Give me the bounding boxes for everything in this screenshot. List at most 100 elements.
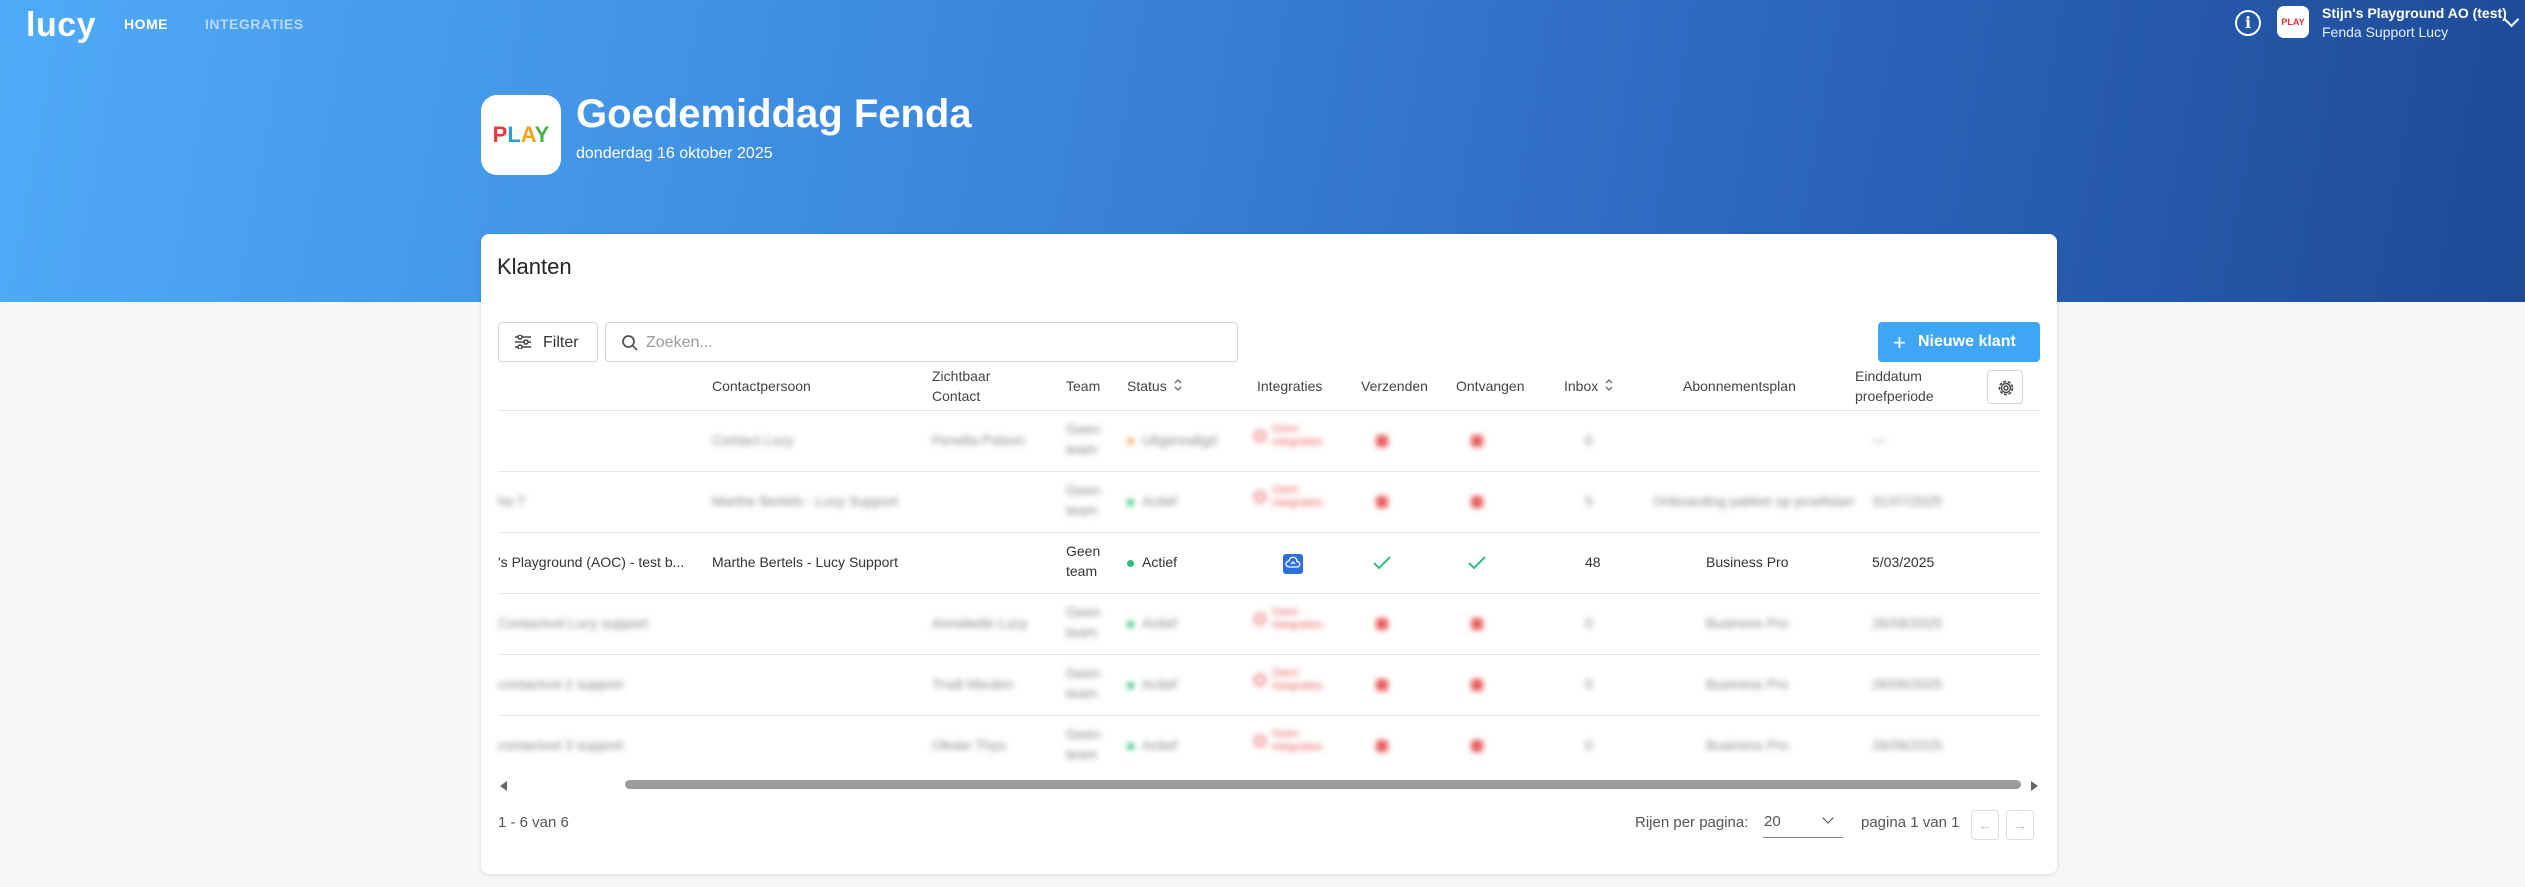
cell-team: Geen: [1066, 604, 1101, 620]
app-logo[interactable]: lucy: [26, 6, 96, 45]
receive-check-icon: [1467, 555, 1487, 571]
new-customer-button[interactable]: + Nieuwe klant: [1878, 322, 2040, 362]
send-error-icon: [1376, 496, 1388, 508]
new-customer-label: Nieuwe klant: [1918, 333, 2016, 350]
no-integrations-warning: Geen integraties: [1254, 606, 1323, 632]
cell-name: Contactvol Lucy support: [498, 615, 649, 631]
cell-team: team: [1066, 624, 1098, 640]
cell-team: team: [1066, 502, 1098, 518]
search-placeholder: Zoeken...: [646, 334, 713, 351]
header-team[interactable]: Team: [1066, 378, 1100, 394]
column-settings-button[interactable]: [1987, 370, 2023, 404]
cell-team: Geen: [1066, 482, 1101, 498]
search-input[interactable]: Zoeken...: [605, 322, 1238, 362]
filter-button[interactable]: Filter: [498, 322, 598, 362]
no-integrations-warning: Geen integraties: [1254, 728, 1323, 754]
header-integrations[interactable]: Integraties: [1257, 378, 1322, 394]
table-row[interactable]: contactvol 3 support Olivier Thys Geen team…: [498, 716, 2040, 776]
cell-visible-contact: Annabelle Lucy: [932, 615, 1028, 631]
nav-integrations[interactable]: INTEGRATIES: [205, 16, 304, 32]
cell-name: he.T: [498, 493, 527, 509]
prev-page-button[interactable]: ←: [1971, 810, 1999, 840]
table-row[interactable]: Contactvol Lucy support Annabelle Lucy Gee…: [498, 594, 2040, 654]
filter-label: Filter: [543, 334, 579, 351]
cell-inbox: 5: [1585, 493, 1593, 509]
receive-error-icon: [1471, 496, 1483, 508]
sort-icon[interactable]: [1174, 378, 1182, 392]
account-logo[interactable]: PLAY: [2277, 6, 2309, 38]
receive-error-icon: [1471, 679, 1483, 691]
next-page-button[interactable]: →: [2006, 810, 2034, 840]
header-contact[interactable]: Contactpersoon: [712, 378, 811, 394]
status-dot-icon: [1127, 498, 1134, 506]
status-badge: Actief: [1127, 737, 1177, 753]
page-info: pagina 1 van 1: [1861, 814, 1960, 831]
header-inbox[interactable]: Inbox: [1564, 378, 1598, 394]
table-row[interactable]: 's Playground (AOC) - test b... Marthe Be…: [498, 533, 2040, 593]
no-integrations-warning: Geen integraties: [1254, 423, 1323, 449]
cell-team: Geen: [1066, 665, 1101, 681]
warning-icon: [1254, 491, 1266, 503]
cell-visible-contact: Fenella Polson: [932, 432, 1025, 448]
scroll-right-arrow[interactable]: [2031, 781, 2038, 791]
receive-error-icon: [1471, 618, 1483, 630]
page-date: donderdag 16 oktober 2025: [576, 145, 773, 162]
cell-plan: Onboarding pakket op proefstart: [1653, 493, 1854, 509]
rows-per-page-select[interactable]: 20: [1763, 804, 1843, 838]
header-visible-contact-1[interactable]: Zichtbaar: [932, 368, 990, 384]
send-error-icon: [1376, 740, 1388, 752]
header-send[interactable]: Verzenden: [1361, 378, 1428, 394]
header-status[interactable]: Status: [1127, 378, 1167, 394]
status-dot-icon: [1127, 681, 1134, 689]
cell-name: 's Playground (AOC) - test b...: [498, 554, 685, 570]
card-title: Klanten: [497, 254, 572, 279]
integration-cloud-icon[interactable]: [1283, 554, 1303, 574]
cell-team: team: [1066, 685, 1098, 701]
cell-inbox: 0: [1585, 615, 1593, 631]
header-plan[interactable]: Abonnementsplan: [1683, 378, 1796, 394]
cell-plan: Business Pro: [1706, 554, 1789, 570]
warning-icon: [1254, 735, 1266, 747]
status-badge: Uitgenodigd: [1127, 432, 1217, 448]
nav-home[interactable]: HOME: [124, 16, 168, 32]
cell-trial-end: 26/06/2025: [1872, 676, 1943, 692]
no-integrations-warning: Geen integraties: [1254, 484, 1323, 510]
warning-icon: [1254, 674, 1266, 686]
result-range: 1 - 6 van 6: [498, 814, 569, 831]
top-navigation: lucy HOME INTEGRATIES i PLAY Stijn's Pla…: [0, 0, 2525, 46]
scroll-left-arrow[interactable]: [500, 781, 507, 791]
cell-trial-end: —: [1872, 432, 1886, 448]
account-subtitle: Fenda Support Lucy: [2322, 24, 2449, 40]
status-dot-icon: [1127, 742, 1134, 750]
status-badge: Actief: [1127, 676, 1177, 692]
cell-plan: Business Pro: [1706, 615, 1789, 631]
cell-team: team: [1066, 441, 1098, 457]
rows-per-page-label: Rijen per pagina:: [1635, 814, 1749, 831]
account-name[interactable]: Stijn's Playground AO (test): [2322, 5, 2507, 21]
status-dot-icon: [1127, 559, 1134, 567]
cell-team: Geen: [1066, 421, 1101, 437]
table-row[interactable]: Contact Lucy Fenella Polson Geen team Uitgen…: [498, 411, 2040, 471]
cell-team: team: [1066, 563, 1098, 579]
status-badge: Actief: [1127, 493, 1177, 509]
table-row[interactable]: he.T Marthe Bertels - Lucy Support Geen tea…: [498, 472, 2040, 532]
gear-icon: [1998, 380, 2014, 396]
horizontal-scrollbar[interactable]: [625, 780, 2021, 789]
status-badge: Actief: [1127, 554, 1177, 570]
cell-inbox: 48: [1585, 554, 1601, 570]
cell-name: contactvol 2 support: [498, 676, 624, 692]
header-trial-end-2[interactable]: proefperiode: [1855, 388, 1934, 404]
receive-error-icon: [1471, 740, 1483, 752]
send-error-icon: [1376, 435, 1388, 447]
table-row[interactable]: contactvol 2 support Trudi Meulen Geen team…: [498, 655, 2040, 715]
info-icon[interactable]: i: [2235, 10, 2261, 36]
sort-icon[interactable]: [1605, 378, 1613, 392]
send-check-icon: [1372, 555, 1392, 571]
search-icon: [622, 335, 638, 351]
cell-team: Geen: [1066, 543, 1101, 559]
cell-trial-end: 26/06/2025: [1872, 737, 1943, 753]
header-visible-contact-2[interactable]: Contact: [932, 388, 980, 404]
send-error-icon: [1376, 679, 1388, 691]
header-receive[interactable]: Ontvangen: [1456, 378, 1525, 394]
header-trial-end-1[interactable]: Einddatum: [1855, 368, 1922, 384]
